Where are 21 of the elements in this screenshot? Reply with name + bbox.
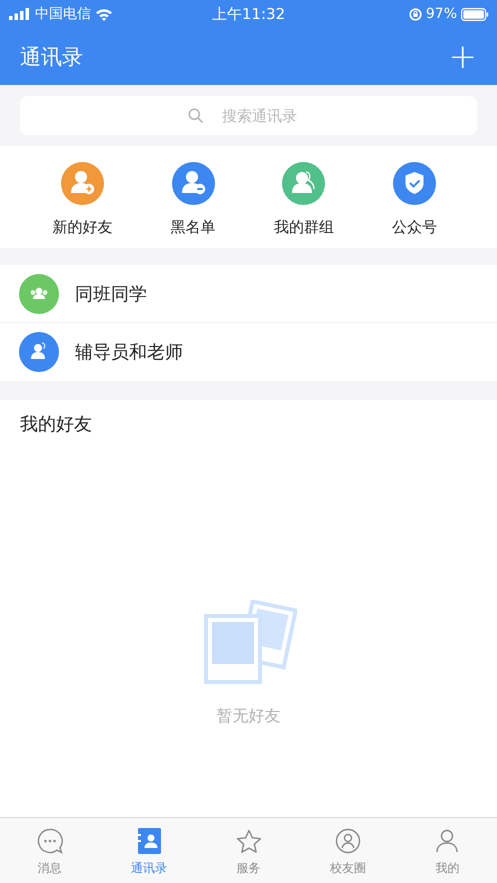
section-title: 我的好友 <box>19 413 93 436</box>
quick-action[interactable]: 公众号 <box>370 146 460 248</box>
empty-message: 暂无好友 <box>216 706 280 727</box>
page-title: 通讯录 <box>20 44 83 70</box>
star-icon <box>236 828 262 854</box>
status-time: 上午11:32 <box>212 4 286 24</box>
contacts-icon <box>137 828 162 854</box>
wifi-icon <box>95 8 113 20</box>
battery-percent: 97% <box>426 6 457 22</box>
carrier-name: 中国电信 <box>35 5 91 23</box>
add-button[interactable]: + <box>442 40 483 74</box>
battery-icon <box>461 8 489 20</box>
signal-icon <box>9 8 31 20</box>
chat-icon <box>36 828 63 854</box>
search-icon <box>188 108 203 123</box>
person-icon <box>434 828 460 854</box>
rotation-lock-icon <box>408 8 422 20</box>
search-field[interactable]: 搜索通讯录 <box>20 96 477 135</box>
quick-action[interactable]: 黑名单 <box>148 146 238 248</box>
quick-action[interactable]: 我的群组 <box>258 146 349 248</box>
quick-action[interactable]: 新的好友 <box>37 146 128 248</box>
